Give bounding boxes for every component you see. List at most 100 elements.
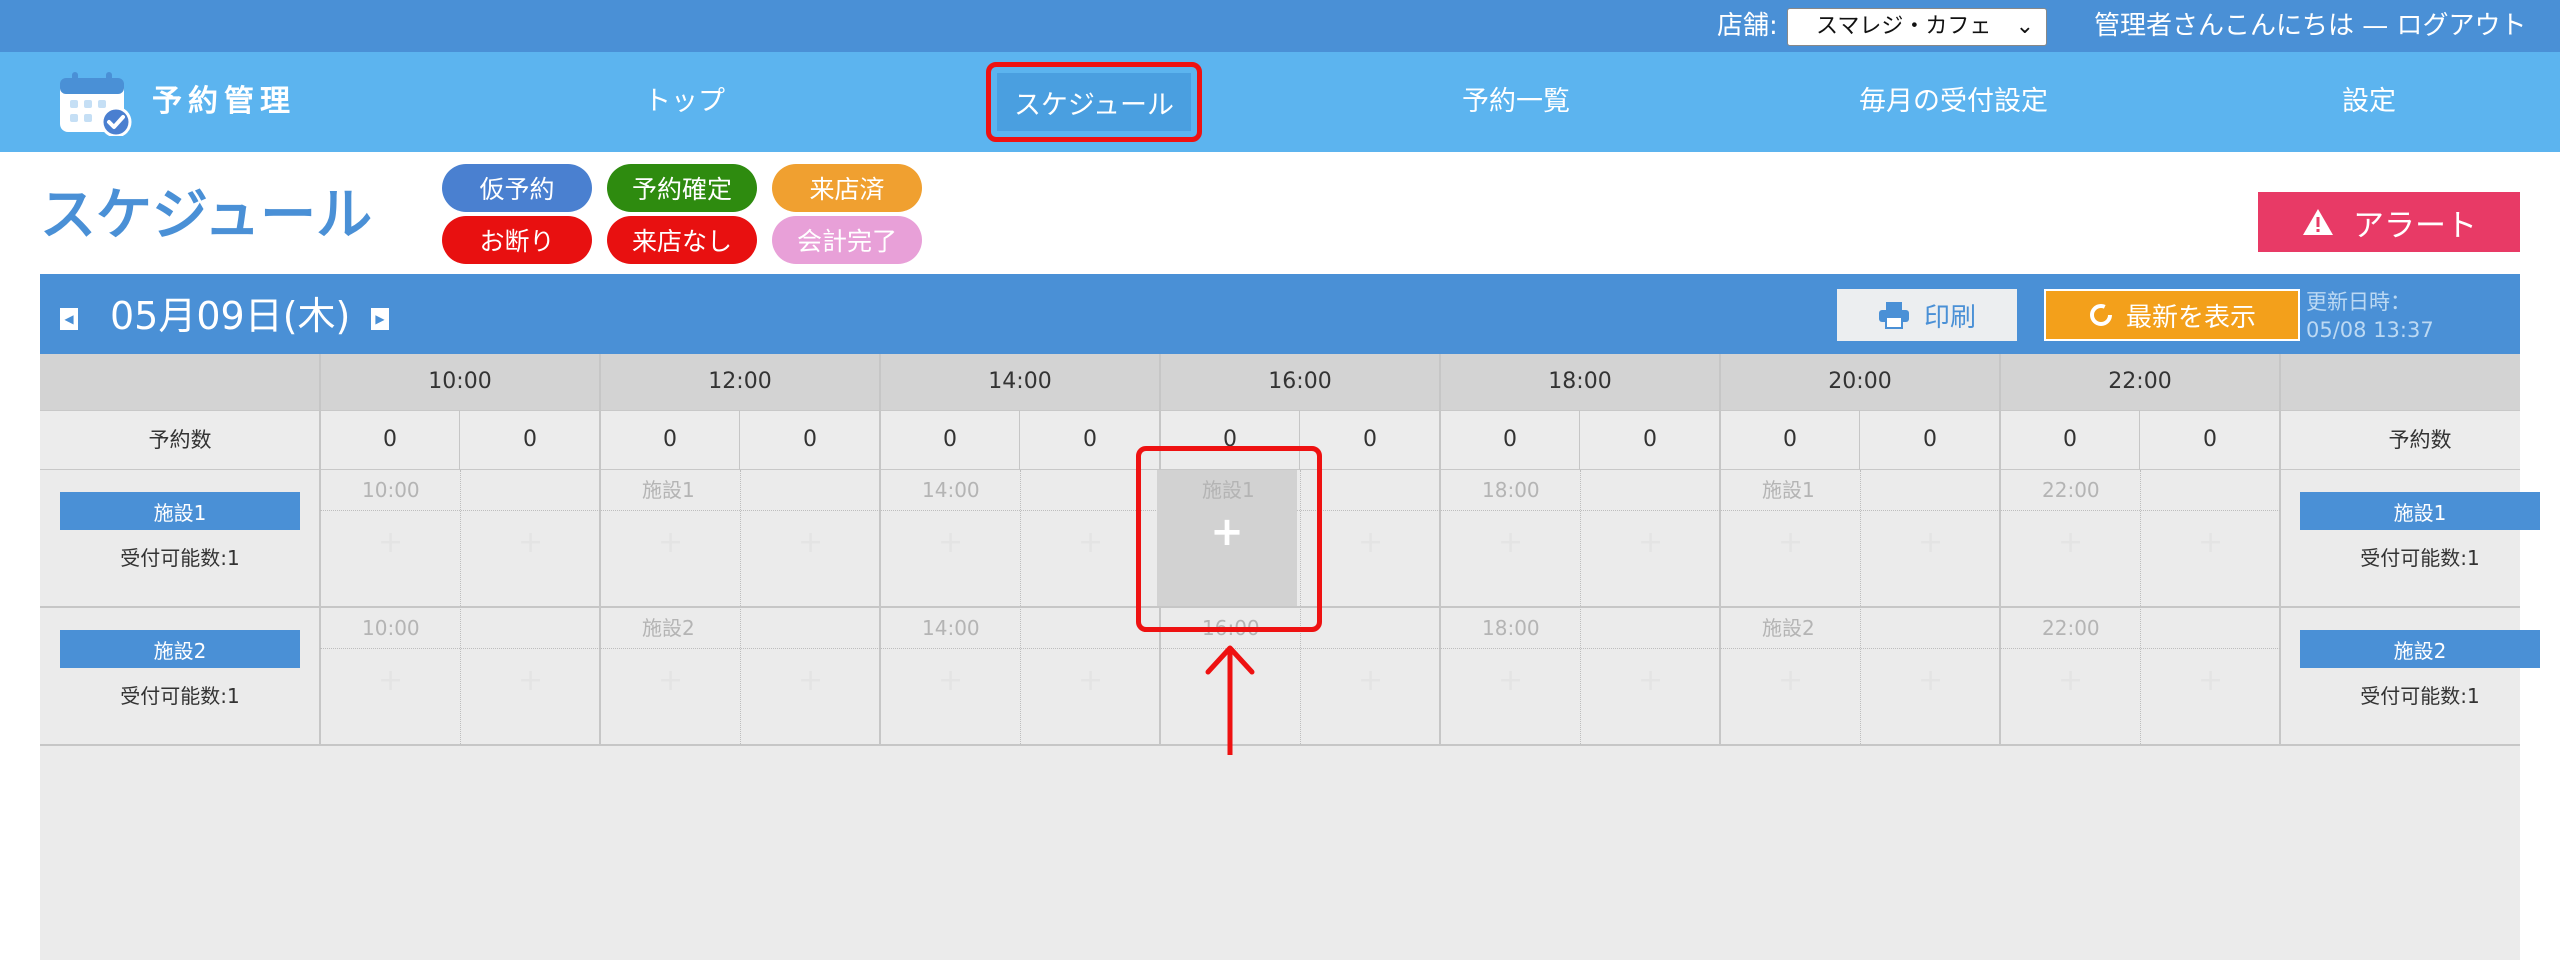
hour-label: 16:00 [1268, 369, 1332, 394]
count-label-left: 予約数 [148, 428, 212, 452]
count-cell: 0 [2203, 427, 2217, 452]
nav-settings[interactable]: 設定 [2342, 80, 2396, 124]
grid-line [1020, 470, 1021, 746]
status-visited: 来店済 [772, 164, 922, 212]
add-slot-icon[interactable]: + [1778, 528, 1803, 558]
add-slot-icon[interactable]: + [1358, 666, 1383, 696]
grid-line [740, 470, 741, 746]
add-slot-icon[interactable]: + [798, 528, 823, 558]
nav-reservation-list[interactable]: 予約一覧 [1462, 80, 1570, 124]
count-label-right: 予約数 [2388, 428, 2452, 452]
add-slot-icon[interactable]: + [1498, 666, 1523, 696]
add-slot-icon[interactable]: + [518, 666, 543, 696]
nav-top[interactable]: トップ [644, 80, 725, 124]
add-slot-icon[interactable]: + [1638, 666, 1663, 696]
add-slot-icon[interactable]: + [2058, 666, 2083, 696]
facility-1-tag-right[interactable]: 施設1 [2300, 492, 2540, 530]
facility-2-tag-right[interactable]: 施設2 [2300, 630, 2540, 668]
warning-icon [2303, 209, 2333, 235]
facility-1-tag-left[interactable]: 施設1 [60, 492, 300, 530]
nav-bar [0, 52, 2560, 152]
grid-line [2140, 470, 2141, 746]
add-slot-icon[interactable]: + [1778, 666, 1803, 696]
arrow-up-icon [1205, 645, 1255, 755]
facility-1-capacity-left: 受付可能数:1 [120, 546, 240, 570]
count-cell: 0 [523, 427, 537, 452]
next-day-icon[interactable]: ▶ [371, 308, 389, 330]
grid-line [1719, 354, 1721, 746]
prev-day-icon[interactable]: ◀ [60, 308, 78, 330]
add-slot-icon[interactable]: + [938, 528, 963, 558]
slot-label: 22:00 [2042, 478, 2100, 502]
print-button[interactable]: 印刷 [1837, 289, 2017, 341]
refresh-icon [2089, 304, 2112, 326]
grid-line [1859, 410, 1860, 470]
count-cell: 0 [1923, 427, 1937, 452]
add-slot-icon[interactable]: + [2058, 528, 2083, 558]
updated-label: 更新日時： [2306, 290, 2411, 314]
updated-timestamp: 更新日時： 05/08 13:37 [2306, 288, 2434, 344]
slot-label: 10:00 [362, 478, 420, 502]
count-cell: 0 [943, 427, 957, 452]
count-cell: 0 [383, 427, 397, 452]
grid-line [1019, 410, 1020, 470]
slot-label: 施設1 [1762, 478, 1815, 502]
add-slot-icon[interactable]: + [658, 528, 683, 558]
nav-schedule[interactable]: スケジュール [997, 73, 1191, 131]
hour-label: 14:00 [988, 369, 1052, 394]
highlight-box [1136, 446, 1322, 632]
slot-label: 18:00 [1482, 616, 1540, 640]
add-slot-icon[interactable]: + [1498, 528, 1523, 558]
count-cell: 0 [663, 427, 677, 452]
add-slot-icon[interactable]: + [658, 666, 683, 696]
add-slot-icon[interactable]: + [1078, 666, 1103, 696]
facility-1-capacity-right: 受付可能数:1 [2360, 546, 2480, 570]
add-slot-icon[interactable]: + [798, 666, 823, 696]
hour-label: 10:00 [428, 369, 492, 394]
add-slot-icon[interactable]: + [1358, 528, 1383, 558]
hour-label: 22:00 [2108, 369, 2172, 394]
status-no-show: 来店なし [607, 216, 757, 264]
grid-line [460, 470, 461, 746]
add-slot-icon[interactable]: + [1638, 528, 1663, 558]
slot-label: 施設2 [1762, 616, 1815, 640]
grid-line [2279, 354, 2281, 746]
hour-label: 12:00 [708, 369, 772, 394]
facility-2-tag-left[interactable]: 施設2 [60, 630, 300, 668]
grid-line [739, 410, 740, 470]
facility-2-capacity-left: 受付可能数:1 [120, 684, 240, 708]
add-slot-icon[interactable]: + [378, 528, 403, 558]
schedule-date: 05月09日(木) [110, 294, 351, 338]
add-slot-icon[interactable]: + [2198, 666, 2223, 696]
nav-schedule-highlight[interactable]: スケジュール [986, 62, 1202, 142]
count-cell: 0 [2063, 427, 2077, 452]
refresh-button[interactable]: 最新を表示 [2044, 289, 2300, 341]
store-select[interactable]: スマレジ・カフェ ⌄ [1787, 8, 2047, 46]
grid-line [1439, 354, 1441, 746]
grid-line [2139, 410, 2140, 470]
status-provisional: 仮予約 [442, 164, 592, 212]
row-divider [320, 648, 2280, 649]
row-divider [40, 744, 2520, 746]
add-slot-icon[interactable]: + [378, 666, 403, 696]
add-slot-icon[interactable]: + [2198, 528, 2223, 558]
add-slot-icon[interactable]: + [1078, 528, 1103, 558]
status-confirmed: 予約確定 [607, 164, 757, 212]
add-slot-icon[interactable]: + [1918, 528, 1943, 558]
slot-label: 施設2 [642, 616, 695, 640]
add-slot-icon[interactable]: + [1918, 666, 1943, 696]
add-slot-icon[interactable]: + [938, 666, 963, 696]
grid-line [879, 354, 881, 746]
add-slot-icon[interactable]: + [518, 528, 543, 558]
alert-button[interactable]: アラート [2258, 192, 2520, 252]
count-cell: 0 [1783, 427, 1797, 452]
printer-icon [1878, 302, 1909, 329]
app-logo-text[interactable]: 予約管理 [152, 80, 296, 124]
count-cell: 0 [803, 427, 817, 452]
grid-line [1999, 354, 2001, 746]
nav-monthly-settings[interactable]: 毎月の受付設定 [1859, 80, 2048, 124]
updated-value: 05/08 13:37 [2306, 318, 2434, 342]
greeting-logout[interactable]: 管理者さんこんにちは — ログアウト [2094, 8, 2527, 44]
status-declined: お断り [442, 216, 592, 264]
grid-line [1580, 470, 1581, 746]
